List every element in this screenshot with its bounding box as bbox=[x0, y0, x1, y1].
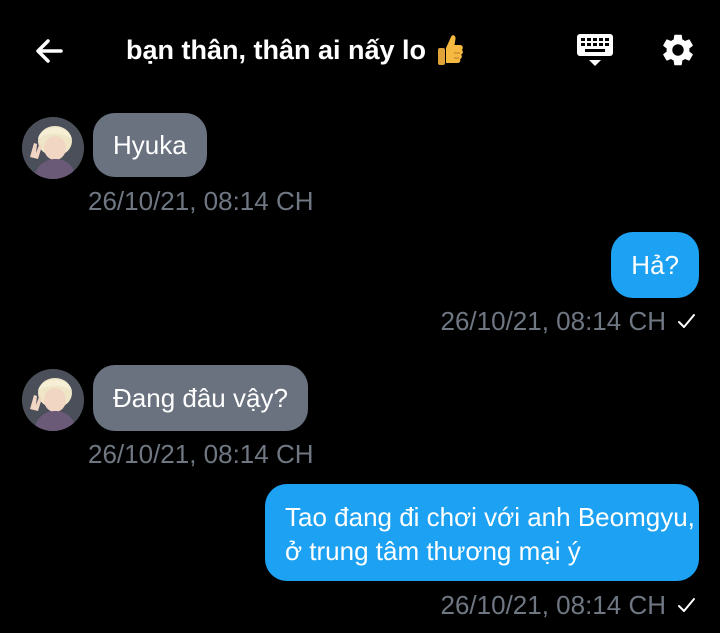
keyboard-icon bbox=[577, 34, 613, 66]
message-timestamp: 26/10/21, 08:14 CH bbox=[440, 590, 667, 620]
message-text: Hyuka bbox=[113, 130, 187, 160]
conversation-header: bạn thân, thân ai nấy lo bbox=[0, 0, 720, 100]
message-timestamp: 26/10/21, 08:14 CH bbox=[88, 439, 314, 469]
keyboard-button[interactable] bbox=[574, 30, 616, 72]
avatar-image bbox=[22, 117, 84, 179]
conversation-title[interactable]: bạn thân, thân ai nấy lo bbox=[126, 30, 464, 70]
message-bubble-outgoing[interactable]: Hả? bbox=[611, 232, 699, 298]
message-text-line: Tao đang đi chơi với anh Beomgyu, bbox=[285, 502, 695, 532]
back-arrow-icon bbox=[36, 39, 63, 63]
message-bubble-outgoing[interactable]: Tao đang đi chơi với anh Beomgyu, ở trun… bbox=[265, 484, 699, 581]
gear-icon bbox=[663, 34, 693, 66]
thumbs-up-icon bbox=[438, 35, 463, 65]
avatar[interactable] bbox=[22, 117, 84, 179]
message-bubble-incoming[interactable]: Đang đâu vậy? bbox=[93, 365, 308, 431]
message-text: Hả? bbox=[631, 250, 679, 280]
message-timestamp: 26/10/21, 08:14 CH bbox=[440, 306, 667, 336]
message-timestamp: 26/10/21, 08:14 CH bbox=[88, 186, 314, 216]
settings-button[interactable] bbox=[656, 28, 700, 72]
message-timestamp-row: 26/10/21, 08:14 CH bbox=[441, 306, 697, 336]
message-bubble-incoming[interactable]: Hyuka bbox=[93, 113, 207, 177]
sent-check-icon bbox=[678, 598, 695, 612]
message-text-line: ở trung tâm thương mại ý bbox=[285, 536, 581, 566]
message-timestamp-row: 26/10/21, 08:14 CH bbox=[441, 590, 697, 620]
message-text: Đang đâu vậy? bbox=[113, 383, 288, 413]
avatar-image bbox=[22, 369, 84, 431]
conversation-title-text: bạn thân, thân ai nấy lo bbox=[126, 35, 427, 65]
sent-check-icon bbox=[678, 314, 695, 328]
avatar[interactable] bbox=[22, 369, 84, 431]
back-button[interactable] bbox=[28, 30, 70, 72]
